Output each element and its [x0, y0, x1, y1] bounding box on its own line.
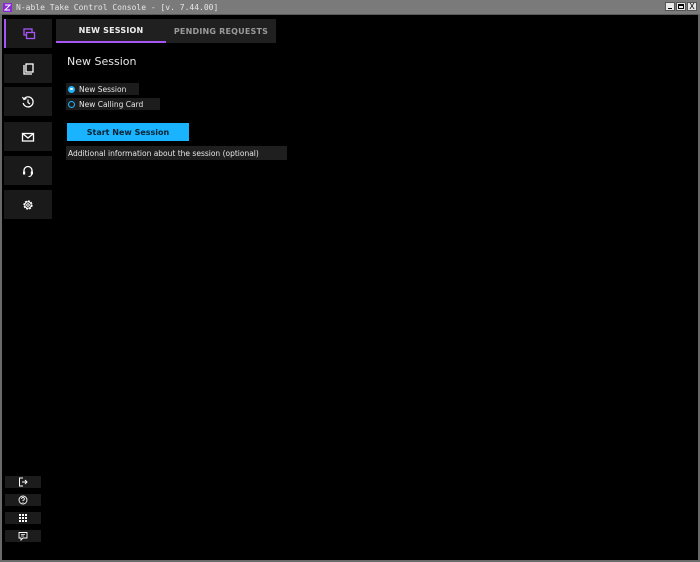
- apps-button[interactable]: [5, 512, 41, 524]
- sidebar-item-clipboard[interactable]: [4, 54, 52, 83]
- start-new-session-button[interactable]: Start New Session: [67, 123, 189, 141]
- close-button[interactable]: X: [687, 2, 697, 11]
- session-info-field[interactable]: Additional information about the session…: [66, 146, 287, 160]
- window-frame: [0, 14, 700, 562]
- option-label: New Calling Card: [79, 99, 144, 109]
- sidebar-item-history[interactable]: [4, 87, 52, 116]
- clipboard-icon: [23, 62, 34, 75]
- window-title: N-able Take Control Console - [v. 7.44.0…: [16, 2, 219, 12]
- radio-button-selected[interactable]: [68, 85, 75, 93]
- maximize-button[interactable]: [676, 2, 686, 11]
- help-icon: [18, 495, 28, 505]
- windows-stack-icon: [23, 27, 36, 39]
- radio-button[interactable]: [68, 100, 75, 108]
- feedback-button[interactable]: [5, 530, 41, 542]
- take-control-logo-icon: [3, 2, 12, 12]
- sidebar-item-messages[interactable]: [4, 122, 52, 151]
- option-new-calling-card[interactable]: New Calling Card: [66, 98, 160, 110]
- minimize-button[interactable]: [665, 2, 675, 11]
- tab-new-session[interactable]: NEW SESSION: [56, 19, 166, 43]
- feedback-icon: [18, 532, 28, 541]
- tab-pending-requests[interactable]: PENDING REQUESTS: [166, 19, 276, 43]
- logout-button[interactable]: [5, 476, 41, 488]
- history-icon: [21, 95, 34, 108]
- help-button[interactable]: [5, 494, 41, 506]
- sidebar-item-settings[interactable]: [4, 190, 52, 219]
- sidebar-item-sessions[interactable]: [4, 19, 52, 48]
- tab-bar: NEW SESSION PENDING REQUESTS: [56, 19, 276, 43]
- gear-icon: [23, 199, 33, 210]
- sidebar-item-support[interactable]: [4, 156, 52, 185]
- option-new-session[interactable]: New Session: [66, 83, 139, 95]
- page-title: New Session: [67, 55, 137, 68]
- title-bar: N-able Take Control Console - [v. 7.44.0…: [0, 0, 700, 15]
- grid-icon: [19, 514, 27, 522]
- envelope-icon: [21, 132, 35, 142]
- headset-icon: [23, 165, 33, 177]
- logout-icon: [19, 477, 28, 487]
- option-label: New Session: [79, 84, 127, 94]
